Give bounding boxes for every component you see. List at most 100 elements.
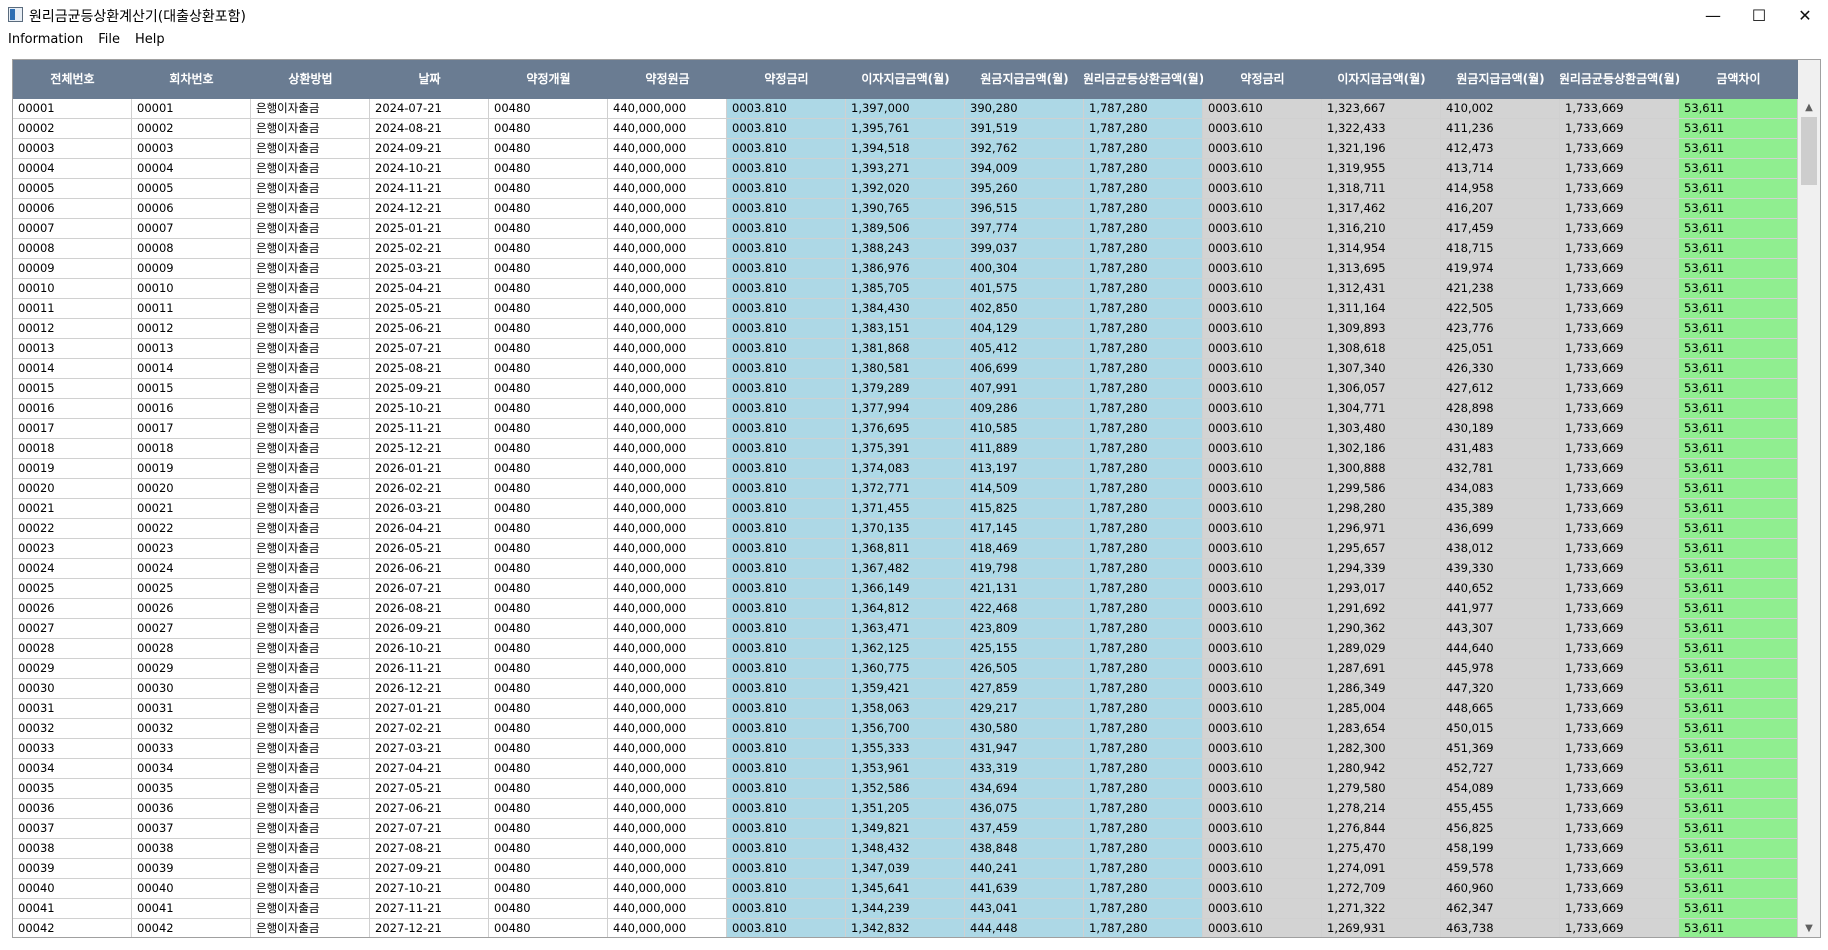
cell-principal[interactable]: 440,000,000 — [608, 659, 727, 679]
cell-months[interactable]: 00480 — [489, 719, 608, 739]
cell-installment-1[interactable]: 1,787,280 — [1084, 819, 1203, 839]
cell-principal-pay-1[interactable]: 390,280 — [965, 99, 1084, 119]
cell-total-no[interactable]: 00038 — [13, 839, 132, 859]
table-row[interactable]: 00014 00014 은행이자출금 2025-08-21 00480 440,000,0… — [13, 359, 1798, 379]
cell-date[interactable]: 2027-02-21 — [370, 719, 489, 739]
cell-interest-1[interactable]: 1,344,239 — [846, 899, 965, 919]
cell-principal-pay-2[interactable]: 438,012 — [1441, 539, 1560, 559]
cell-round-no[interactable]: 00020 — [132, 479, 251, 499]
cell-date[interactable]: 2025-11-21 — [370, 419, 489, 439]
cell-installment-2[interactable]: 1,733,669 — [1560, 179, 1679, 199]
cell-interest-1[interactable]: 1,358,063 — [846, 699, 965, 719]
cell-round-no[interactable]: 00038 — [132, 839, 251, 859]
cell-principal-pay-1[interactable]: 414,509 — [965, 479, 1084, 499]
cell-principal-pay-2[interactable]: 426,330 — [1441, 359, 1560, 379]
cell-diff[interactable]: 53,611 — [1679, 199, 1798, 219]
cell-principal[interactable]: 440,000,000 — [608, 199, 727, 219]
cell-rate-2[interactable]: 0003.610 — [1203, 459, 1322, 479]
cell-principal-pay-1[interactable]: 444,448 — [965, 919, 1084, 937]
cell-interest-2[interactable]: 1,286,349 — [1322, 679, 1441, 699]
cell-principal[interactable]: 440,000,000 — [608, 279, 727, 299]
cell-date[interactable]: 2025-02-21 — [370, 239, 489, 259]
cell-diff[interactable]: 53,611 — [1679, 359, 1798, 379]
cell-principal[interactable]: 440,000,000 — [608, 319, 727, 339]
cell-principal-pay-2[interactable]: 418,715 — [1441, 239, 1560, 259]
cell-installment-2[interactable]: 1,733,669 — [1560, 119, 1679, 139]
cell-principal[interactable]: 440,000,000 — [608, 499, 727, 519]
cell-months[interactable]: 00480 — [489, 119, 608, 139]
cell-principal[interactable]: 440,000,000 — [608, 599, 727, 619]
cell-installment-1[interactable]: 1,787,280 — [1084, 579, 1203, 599]
cell-principal-pay-1[interactable]: 440,241 — [965, 859, 1084, 879]
table-row[interactable]: 00027 00027 은행이자출금 2026-09-21 00480 440,000,0… — [13, 619, 1798, 639]
cell-method[interactable]: 은행이자출금 — [251, 839, 370, 859]
cell-principal-pay-2[interactable]: 416,207 — [1441, 199, 1560, 219]
cell-principal-pay-1[interactable]: 437,459 — [965, 819, 1084, 839]
cell-principal[interactable]: 440,000,000 — [608, 539, 727, 559]
cell-interest-2[interactable]: 1,290,362 — [1322, 619, 1441, 639]
cell-rate-1[interactable]: 0003.810 — [727, 299, 846, 319]
cell-total-no[interactable]: 00030 — [13, 679, 132, 699]
cell-rate-2[interactable]: 0003.610 — [1203, 499, 1322, 519]
table-row[interactable]: 00021 00021 은행이자출금 2026-03-21 00480 440,000,0… — [13, 499, 1798, 519]
cell-principal-pay-1[interactable]: 413,197 — [965, 459, 1084, 479]
cell-interest-2[interactable]: 1,321,196 — [1322, 139, 1441, 159]
table-row[interactable]: 00015 00015 은행이자출금 2025-09-21 00480 440,000,0… — [13, 379, 1798, 399]
table-row[interactable]: 00028 00028 은행이자출금 2026-10-21 00480 440,000,0… — [13, 639, 1798, 659]
cell-installment-2[interactable]: 1,733,669 — [1560, 439, 1679, 459]
cell-installment-1[interactable]: 1,787,280 — [1084, 419, 1203, 439]
header-round-no[interactable]: 회차번호 — [132, 60, 251, 99]
cell-installment-1[interactable]: 1,787,280 — [1084, 99, 1203, 119]
cell-months[interactable]: 00480 — [489, 899, 608, 919]
cell-interest-1[interactable]: 1,393,271 — [846, 159, 965, 179]
cell-date[interactable]: 2026-11-21 — [370, 659, 489, 679]
cell-installment-2[interactable]: 1,733,669 — [1560, 379, 1679, 399]
cell-principal[interactable]: 440,000,000 — [608, 179, 727, 199]
cell-method[interactable]: 은행이자출금 — [251, 499, 370, 519]
table-row[interactable]: 00011 00011 은행이자출금 2025-05-21 00480 440,000,0… — [13, 299, 1798, 319]
cell-diff[interactable]: 53,611 — [1679, 759, 1798, 779]
menu-help[interactable]: Help — [127, 30, 172, 51]
cell-installment-2[interactable]: 1,733,669 — [1560, 459, 1679, 479]
cell-principal-pay-2[interactable]: 422,505 — [1441, 299, 1560, 319]
cell-round-no[interactable]: 00010 — [132, 279, 251, 299]
cell-rate-1[interactable]: 0003.810 — [727, 679, 846, 699]
cell-method[interactable]: 은행이자출금 — [251, 739, 370, 759]
table-row[interactable]: 00020 00020 은행이자출금 2026-02-21 00480 440,000,0… — [13, 479, 1798, 499]
menu-file[interactable]: File — [90, 30, 127, 51]
cell-principal[interactable]: 440,000,000 — [608, 779, 727, 799]
cell-interest-2[interactable]: 1,293,017 — [1322, 579, 1441, 599]
cell-principal[interactable]: 440,000,000 — [608, 639, 727, 659]
cell-rate-2[interactable]: 0003.610 — [1203, 719, 1322, 739]
cell-total-no[interactable]: 00002 — [13, 119, 132, 139]
cell-rate-2[interactable]: 0003.610 — [1203, 419, 1322, 439]
cell-total-no[interactable]: 00022 — [13, 519, 132, 539]
cell-principal[interactable]: 440,000,000 — [608, 879, 727, 899]
cell-principal-pay-1[interactable]: 423,809 — [965, 619, 1084, 639]
cell-installment-1[interactable]: 1,787,280 — [1084, 119, 1203, 139]
cell-months[interactable]: 00480 — [489, 139, 608, 159]
cell-diff[interactable]: 53,611 — [1679, 279, 1798, 299]
cell-installment-1[interactable]: 1,787,280 — [1084, 219, 1203, 239]
cell-interest-2[interactable]: 1,283,654 — [1322, 719, 1441, 739]
table-row[interactable]: 00024 00024 은행이자출금 2026-06-21 00480 440,000,0… — [13, 559, 1798, 579]
cell-principal[interactable]: 440,000,000 — [608, 579, 727, 599]
cell-round-no[interactable]: 00040 — [132, 879, 251, 899]
cell-interest-1[interactable]: 1,386,976 — [846, 259, 965, 279]
cell-total-no[interactable]: 00031 — [13, 699, 132, 719]
cell-months[interactable]: 00480 — [489, 439, 608, 459]
cell-interest-2[interactable]: 1,294,339 — [1322, 559, 1441, 579]
cell-installment-1[interactable]: 1,787,280 — [1084, 759, 1203, 779]
cell-principal[interactable]: 440,000,000 — [608, 919, 727, 937]
cell-months[interactable]: 00480 — [489, 299, 608, 319]
cell-date[interactable]: 2026-03-21 — [370, 499, 489, 519]
cell-rate-2[interactable]: 0003.610 — [1203, 579, 1322, 599]
cell-installment-2[interactable]: 1,733,669 — [1560, 199, 1679, 219]
cell-rate-2[interactable]: 0003.610 — [1203, 239, 1322, 259]
cell-method[interactable]: 은행이자출금 — [251, 539, 370, 559]
header-rate-2[interactable]: 약정금리 — [1203, 60, 1322, 99]
cell-round-no[interactable]: 00006 — [132, 199, 251, 219]
cell-installment-1[interactable]: 1,787,280 — [1084, 439, 1203, 459]
cell-principal-pay-2[interactable]: 425,051 — [1441, 339, 1560, 359]
cell-principal-pay-1[interactable]: 417,145 — [965, 519, 1084, 539]
